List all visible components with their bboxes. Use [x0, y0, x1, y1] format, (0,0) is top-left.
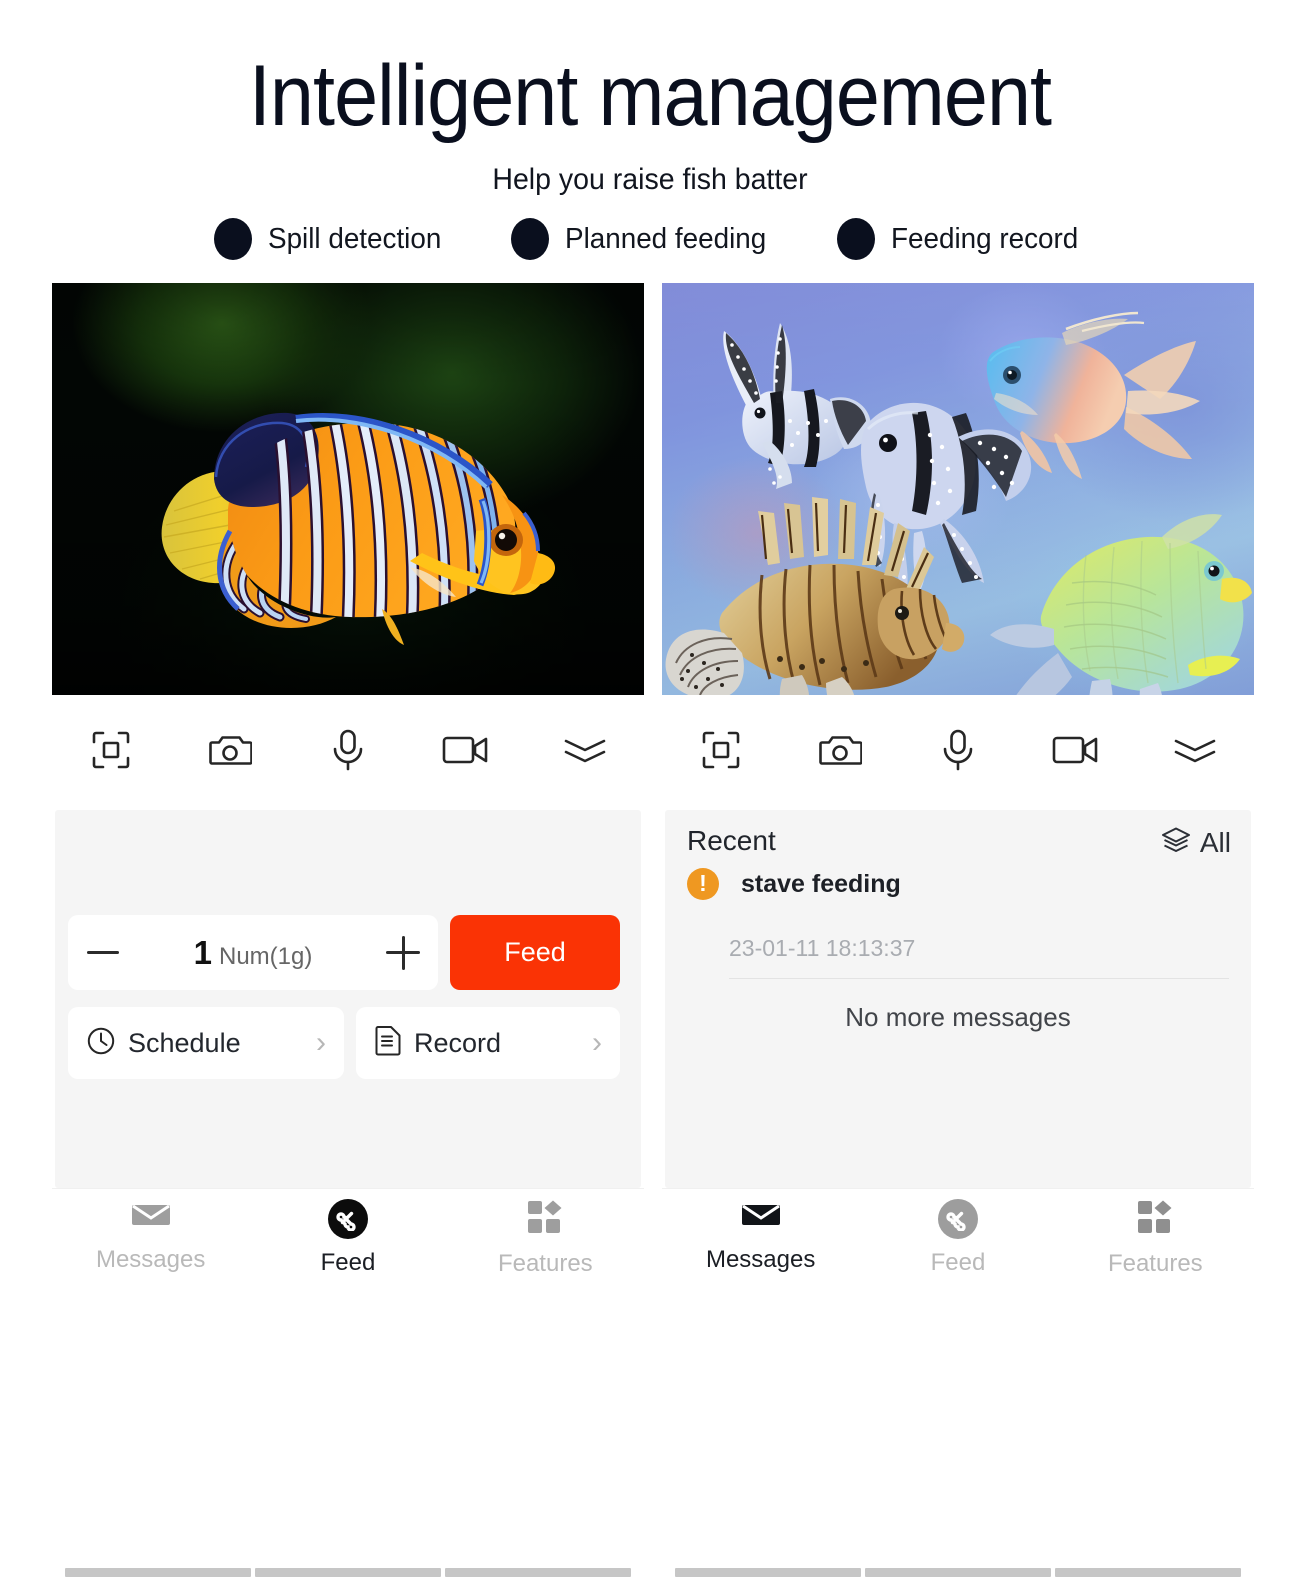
recent-title: Recent — [687, 825, 776, 856]
media-toolbar-right — [662, 695, 1254, 805]
home-indicator-left — [52, 1568, 644, 1577]
home-bar — [675, 1568, 861, 1577]
fullscreen-icon[interactable] — [686, 715, 756, 785]
home-bar — [255, 1568, 441, 1577]
home-bar — [865, 1568, 1051, 1577]
all-label: All — [1199, 826, 1231, 858]
video-camera-icon[interactable] — [1041, 715, 1111, 785]
schedule-row[interactable]: Schedule › — [68, 1007, 344, 1079]
feature-label: Planned feeding — [564, 222, 767, 255]
nav-label: Features — [497, 1250, 593, 1277]
schedule-label: Schedule — [128, 1027, 241, 1058]
home-bar — [1055, 1568, 1241, 1577]
nav-label: Feed — [930, 1249, 986, 1276]
promo-page: Intelligent management Help you raise fi… — [0, 0, 1300, 1577]
camera-viewport-left[interactable] — [52, 283, 644, 695]
feature-label: Feeding record — [890, 222, 1078, 255]
nav-item-feed[interactable]: Feed — [253, 1199, 443, 1277]
grid-icon — [1136, 1199, 1174, 1240]
layers-icon — [1161, 826, 1191, 859]
feed-control-panel: 1 Num(1g) Feed Schedule › Record › — [55, 810, 641, 1188]
camera-icon[interactable] — [805, 715, 875, 785]
right-phone-screen: Recent All ! stave feeding 23-01-11 18:1… — [662, 283, 1254, 1577]
quantity-number: 1 — [193, 933, 212, 971]
quantity-value: 1 Num(1g) — [138, 934, 368, 972]
chevron-right-icon: › — [316, 1026, 326, 1059]
bottom-nav-right: Messages Feed Features — [662, 1188, 1254, 1300]
recent-messages-panel: Recent All ! stave feeding 23-01-11 18:1… — [665, 810, 1251, 1188]
increment-button[interactable] — [368, 915, 438, 990]
clock-icon — [86, 1026, 116, 1061]
fullscreen-icon[interactable] — [76, 715, 146, 785]
double-chevron-down-icon[interactable] — [550, 715, 620, 785]
bullet-dot-icon — [510, 218, 549, 260]
camera-icon[interactable] — [195, 715, 265, 785]
feature-bullet-planned-feeding: Planned feeding — [510, 218, 775, 260]
double-chevron-down-icon[interactable] — [1160, 715, 1230, 785]
microphone-icon[interactable] — [923, 715, 993, 785]
nav-label: Messages — [95, 1246, 206, 1273]
page-title: Intelligent management — [248, 48, 1052, 144]
quantity-unit: Num(1g) — [219, 942, 313, 970]
home-bar — [445, 1568, 631, 1577]
decrement-button[interactable] — [68, 915, 138, 990]
bottom-nav-left: Messages Feed Features — [52, 1188, 644, 1300]
feature-bullet-feeding-record: Feeding record — [836, 218, 1086, 260]
bullet-dot-icon — [836, 218, 875, 260]
message-list-item[interactable]: ! stave feeding — [687, 868, 901, 900]
feature-label: Spill detection — [268, 222, 442, 255]
warning-glyph: ! — [699, 870, 707, 896]
nav-item-features[interactable]: Features — [450, 1199, 640, 1278]
all-messages-button[interactable]: All — [1161, 826, 1231, 859]
feature-bullet-spill-detection: Spill detection — [214, 218, 449, 260]
message-timestamp: 23-01-11 18:13:37 — [729, 935, 916, 961]
nav-label: Messages — [705, 1246, 816, 1273]
regal-angelfish-illustration — [161, 412, 556, 645]
record-label: Record — [414, 1027, 502, 1058]
quantity-stepper: 1 Num(1g) — [68, 915, 438, 990]
bone-icon — [937, 1199, 978, 1239]
chevron-right-icon: › — [592, 1026, 602, 1059]
bullet-dot-icon — [214, 218, 253, 260]
nav-item-messages[interactable]: Messages — [666, 1199, 856, 1274]
nav-item-features[interactable]: Features — [1060, 1199, 1250, 1278]
record-row[interactable]: Record › — [356, 1007, 620, 1079]
empty-state-text: No more messages — [845, 1002, 1071, 1032]
message-title: stave feeding — [741, 869, 901, 898]
home-indicator-right — [662, 1568, 1254, 1577]
divider — [729, 978, 1229, 979]
envelope-icon — [741, 1199, 781, 1236]
camera-viewport-right[interactable] — [662, 283, 1254, 695]
warning-icon: ! — [687, 868, 719, 900]
microphone-icon[interactable] — [313, 715, 383, 785]
feature-bullet-list: Spill detection Planned feeding Feeding … — [0, 218, 1300, 260]
tropical-fish-illustration — [665, 311, 1252, 695]
bone-icon — [327, 1199, 368, 1239]
nav-item-messages[interactable]: Messages — [56, 1199, 246, 1274]
home-bar — [65, 1568, 251, 1577]
video-camera-icon[interactable] — [431, 715, 501, 785]
grid-icon — [526, 1199, 564, 1240]
media-toolbar-left — [52, 695, 644, 805]
envelope-icon — [131, 1199, 171, 1236]
nav-item-feed[interactable]: Feed — [863, 1199, 1053, 1277]
page-subtitle: Help you raise fish batter — [492, 163, 808, 196]
nav-label: Features — [1107, 1250, 1203, 1277]
document-icon — [374, 1025, 402, 1062]
feed-button[interactable]: Feed — [450, 915, 620, 990]
nav-label: Feed — [320, 1249, 376, 1276]
left-phone-screen: 1 Num(1g) Feed Schedule › Record › Messa… — [52, 283, 644, 1577]
